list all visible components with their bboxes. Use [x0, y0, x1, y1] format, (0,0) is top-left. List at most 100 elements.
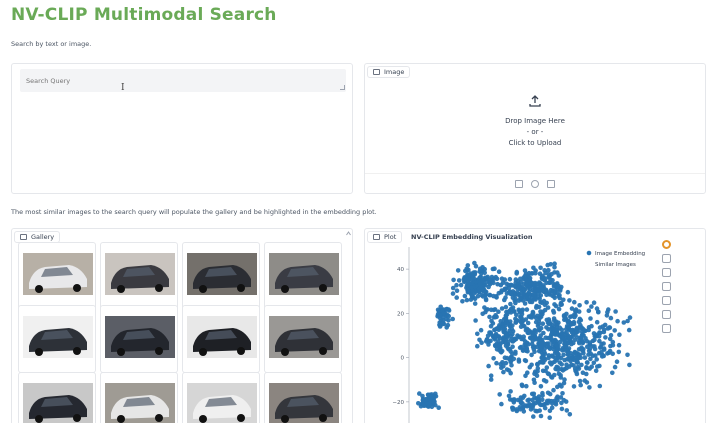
gallery-thumbnail[interactable] — [100, 305, 178, 373]
embedding-point — [616, 342, 622, 348]
embedding-point — [555, 351, 560, 356]
image-drop-zone[interactable]: Drop Image Here - or - Click to Upload — [365, 82, 705, 174]
gallery-thumbnail[interactable] — [264, 372, 342, 423]
embedding-point — [488, 307, 494, 313]
box-zoom-icon[interactable] — [662, 282, 671, 291]
embedding-point — [460, 299, 465, 304]
embedding-point — [496, 325, 501, 330]
embedding-point — [549, 401, 555, 406]
embedding-point — [527, 364, 533, 370]
embedding-point — [489, 318, 494, 324]
gallery-panel: Gallery — [11, 228, 353, 423]
save-icon[interactable] — [662, 310, 671, 319]
embedding-point — [615, 318, 620, 324]
clipboard-icon[interactable] — [547, 179, 555, 188]
embedding-point — [557, 292, 562, 298]
embedding-point — [523, 327, 529, 333]
gallery-thumbnail[interactable] — [18, 372, 96, 423]
reset-icon[interactable] — [662, 296, 671, 305]
embedding-point — [507, 357, 512, 362]
embedding-point — [538, 284, 543, 290]
hover-icon[interactable] — [662, 324, 671, 333]
image-tab: Image — [367, 66, 411, 78]
gallery-thumbnail[interactable] — [182, 372, 260, 423]
embedding-point — [542, 351, 548, 357]
embedding-point — [574, 369, 579, 375]
embedding-point — [540, 321, 546, 326]
embedding-point — [531, 377, 537, 383]
embedding-point — [494, 276, 500, 282]
embedding-point — [597, 383, 603, 389]
embedding-point — [593, 368, 599, 374]
gallery-thumbnail[interactable] — [18, 242, 96, 310]
embedding-point — [529, 313, 534, 318]
embedding-point — [521, 409, 527, 414]
embedding-point — [562, 344, 568, 349]
gallery-thumbnail[interactable] — [100, 242, 178, 310]
embedding-point — [517, 334, 523, 339]
pan-icon[interactable] — [662, 254, 671, 263]
upload-source-icon[interactable] — [515, 179, 523, 188]
embedding-point — [564, 408, 570, 413]
embedding-scatter-plot[interactable]: 40 20 0 −20 Image Embedding Similar Images — [365, 229, 665, 423]
embedding-point — [523, 358, 529, 364]
search-input[interactable] — [20, 69, 346, 92]
gallery-thumbnail[interactable] — [182, 305, 260, 373]
embedding-point — [559, 384, 564, 389]
embedding-point — [498, 282, 504, 288]
embedding-point — [554, 395, 559, 401]
embedding-point — [496, 269, 502, 274]
gallery-thumbnail[interactable] — [18, 305, 96, 373]
embedding-point — [507, 276, 513, 282]
gallery-thumbnail[interactable] — [264, 305, 342, 373]
embedding-point — [522, 273, 528, 278]
embedding-point — [534, 408, 540, 414]
embedding-point — [530, 271, 535, 276]
gallery-thumbnail[interactable] — [182, 242, 260, 310]
embedding-point — [496, 343, 502, 349]
embedding-point — [520, 383, 525, 389]
embedding-point — [552, 265, 557, 270]
embedding-point — [486, 284, 491, 290]
embedding-point — [499, 325, 505, 331]
embedding-point — [559, 284, 564, 290]
resize-grip-icon[interactable] — [340, 85, 345, 90]
embedding-point — [612, 364, 618, 370]
embedding-point — [547, 391, 553, 397]
zoom-icon[interactable] — [662, 268, 671, 277]
embedding-point — [538, 265, 543, 271]
embedding-point — [530, 338, 536, 343]
embedding-point — [498, 289, 504, 295]
bokeh-logo-icon — [662, 240, 671, 249]
embedding-point — [444, 316, 449, 322]
webcam-icon[interactable] — [531, 179, 539, 188]
embedding-point — [576, 355, 581, 361]
gallery-thumbnail[interactable] — [100, 372, 178, 423]
embedding-point — [536, 321, 541, 327]
embedding-point — [507, 328, 512, 333]
embedding-point — [560, 348, 565, 353]
embedding-point — [556, 332, 561, 338]
embedding-point — [487, 292, 493, 298]
embedding-point — [505, 339, 511, 344]
embedding-point — [577, 378, 583, 384]
embedding-point — [532, 283, 538, 288]
y-tick-label: 20 — [397, 311, 404, 317]
chevron-up-icon[interactable] — [346, 231, 351, 236]
embedding-point — [484, 307, 489, 312]
embedding-point — [478, 268, 484, 274]
embedding-point — [587, 366, 592, 371]
embedding-point — [531, 391, 537, 397]
gallery-thumbnail[interactable] — [264, 242, 342, 310]
embedding-point — [514, 318, 520, 323]
embedding-point — [469, 285, 474, 290]
embedding-point — [555, 346, 560, 352]
embedding-point — [501, 363, 506, 369]
embedding-point — [569, 341, 574, 347]
embedding-point — [450, 285, 456, 291]
embedding-point — [522, 393, 527, 399]
embedding-point — [599, 341, 604, 347]
embedding-point — [547, 346, 553, 351]
embedding-point — [556, 306, 562, 312]
embedding-point — [504, 291, 510, 296]
